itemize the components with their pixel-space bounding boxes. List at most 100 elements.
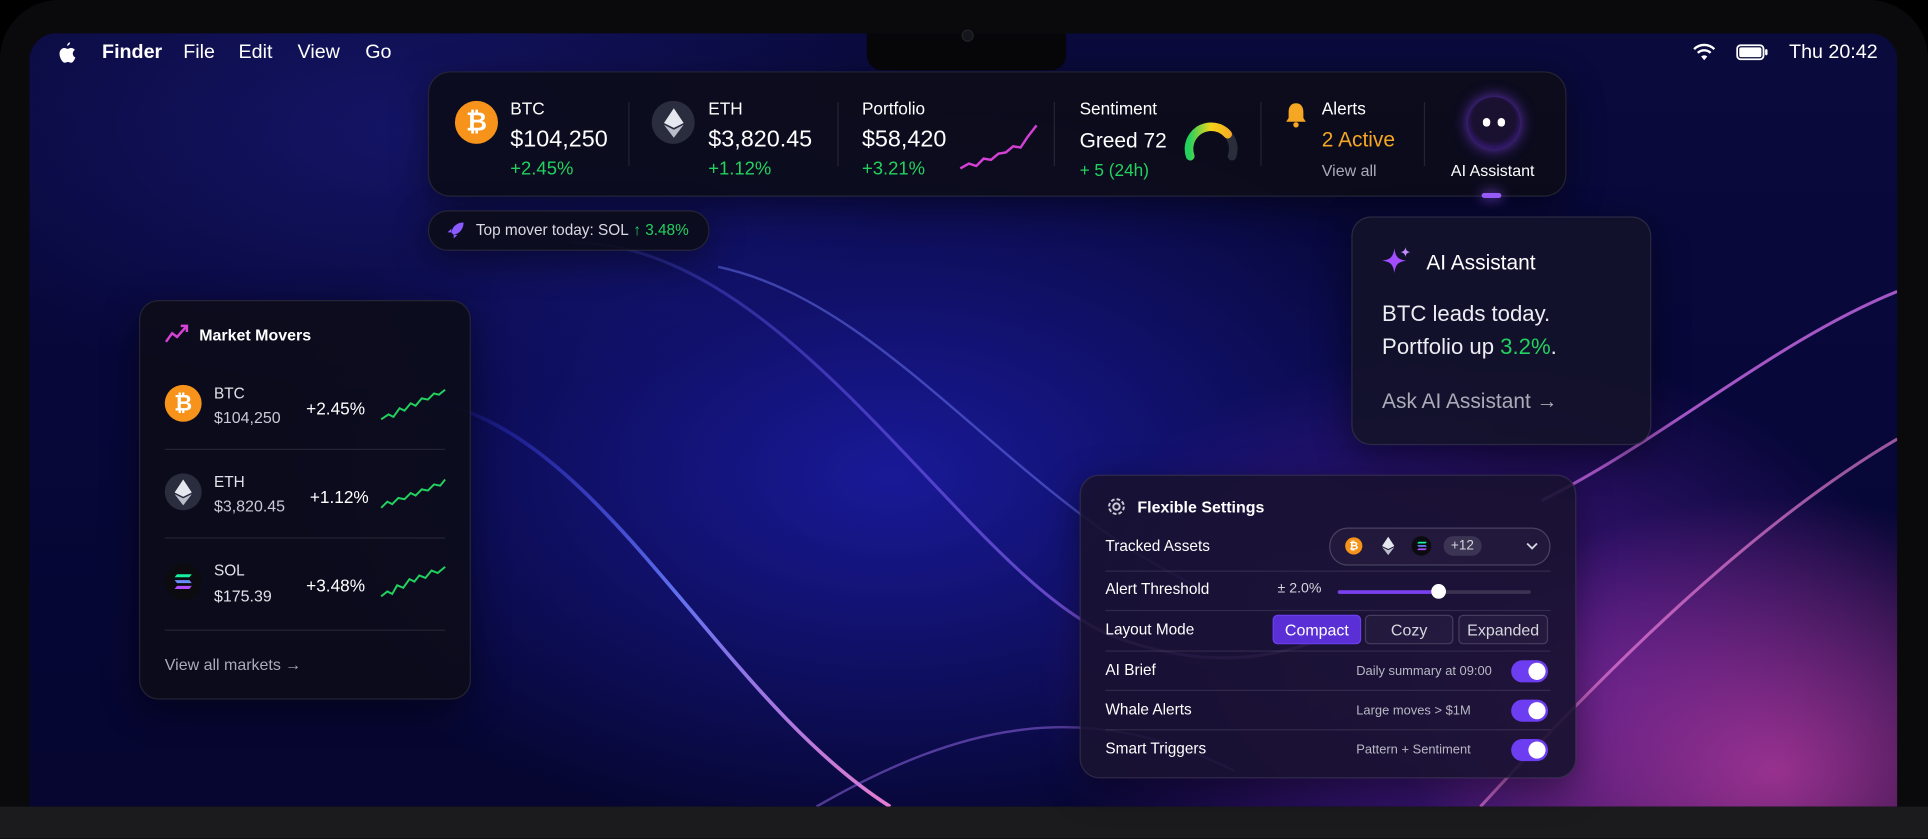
alerts-count: 2 Active	[1321, 127, 1396, 152]
divider	[1423, 102, 1426, 166]
battery-icon[interactable]	[1736, 44, 1768, 61]
assistant-message-line2: Portfolio up 3.2%.	[1382, 334, 1557, 360]
ai-brief-desc: Daily summary at 09:00	[1356, 663, 1492, 679]
menu-clock[interactable]: Thu 20:42	[1789, 42, 1878, 64]
bell-icon	[1286, 103, 1306, 128]
whale-alerts-desc: Large moves > $1M	[1356, 703, 1471, 719]
ticker-btc-name: BTC	[510, 98, 545, 119]
market-row-symbol: SOL	[213, 561, 245, 580]
btc-sparkline	[380, 389, 446, 421]
divider	[837, 102, 839, 166]
market-movers-title: Market Movers	[199, 325, 312, 345]
ticker-portfolio-name: Portfolio	[861, 98, 926, 119]
menu-file[interactable]: File	[183, 42, 215, 64]
ticker-portfolio-change: +3.21%	[861, 158, 926, 180]
sol-sparkline	[380, 566, 446, 598]
market-row-change: +3.48%	[306, 575, 366, 596]
divider	[1053, 102, 1055, 166]
bitcoin-icon: ₿	[164, 384, 202, 422]
smart-triggers-desc: Pattern + Sentiment	[1356, 742, 1471, 758]
assistant-orb-icon[interactable]	[1468, 97, 1520, 149]
market-row[interactable]: SOL $175.39 +3.48%	[140, 547, 470, 626]
ticker-btc-price: $104,250	[510, 126, 608, 153]
ticker-portfolio-value: $58,420	[861, 126, 947, 153]
whale-alerts-label: Whale Alerts	[1105, 700, 1192, 719]
ai-brief-label: AI Brief	[1105, 661, 1156, 679]
apple-icon[interactable]	[57, 42, 77, 64]
assistant-label[interactable]: AI Assistant	[1451, 161, 1535, 179]
ethereum-icon	[651, 100, 695, 144]
layout-mode-label: Layout Mode	[1105, 620, 1195, 639]
gear-icon	[1108, 498, 1125, 515]
menu-bar: Finder File Edit View Go Thu 20:42	[0, 33, 1928, 72]
more-assets-badge: +12	[1443, 536, 1482, 556]
alert-threshold-value: ± 2.0%	[1277, 581, 1322, 597]
market-row-change: +2.45%	[306, 398, 366, 419]
sparkle-icon	[1382, 247, 1411, 273]
assistant-message-line1: BTC leads today.	[1382, 301, 1551, 326]
bitcoin-icon: ₿	[454, 100, 498, 144]
portfolio-sparkline	[959, 124, 1038, 170]
menu-edit[interactable]: Edit	[239, 42, 273, 64]
view-all-markets-link[interactable]: View all markets →	[165, 655, 302, 673]
layout-cozy-option[interactable]: Cozy	[1364, 614, 1454, 645]
solana-icon	[1411, 536, 1432, 556]
divider	[1105, 729, 1551, 731]
ticker-eth-price: $3,820.45	[708, 126, 813, 153]
smart-triggers-toggle[interactable]	[1511, 738, 1549, 762]
settings-title: Flexible Settings	[1137, 497, 1265, 517]
market-row[interactable]: ETH $3,820.45 +1.12%	[140, 459, 470, 538]
divider	[164, 537, 446, 539]
ticker-alerts-name: Alerts	[1321, 98, 1366, 119]
market-row-price: $3,820.45	[213, 496, 286, 516]
menu-app-name[interactable]: Finder	[102, 42, 162, 64]
ticker-bar: ₿ BTC $104,250 +2.45% ETH $3,820.45 +1.1…	[427, 71, 1567, 197]
divider	[1105, 650, 1551, 652]
ticker-sentiment-change: + 5 (24h)	[1079, 159, 1149, 180]
alert-threshold-label: Alert Threshold	[1105, 580, 1210, 598]
bitcoin-icon: ₿	[1345, 537, 1363, 555]
ticker-sentiment-name: Sentiment	[1079, 98, 1158, 119]
market-row-symbol: ETH	[213, 473, 245, 491]
divider	[1105, 609, 1551, 612]
divider	[164, 448, 446, 451]
market-row[interactable]: ₿ BTC $104,250 +2.45%	[140, 370, 470, 449]
layout-compact-option[interactable]: Compact	[1272, 614, 1362, 645]
laptop: Finder File Edit View Go Thu 20:42 ₿ BTC…	[0, 0, 1928, 839]
wifi-icon[interactable]	[1692, 43, 1717, 61]
menu-view[interactable]: View	[298, 42, 340, 64]
tracked-assets-label: Tracked Assets	[1105, 537, 1210, 555]
layout-expanded-option[interactable]: Expanded	[1458, 614, 1549, 645]
market-row-price: $175.39	[213, 586, 272, 605]
trend-icon	[164, 324, 189, 343]
layout-mode-segmented: Compact Cozy Expanded	[1272, 614, 1549, 645]
slider-thumb[interactable]	[1430, 584, 1446, 599]
assistant-message-value: 3.2%	[1500, 334, 1551, 360]
smart-triggers-label: Smart Triggers	[1105, 740, 1207, 758]
market-row-symbol: BTC	[213, 384, 245, 403]
top-mover-pill[interactable]: Top mover today: SOL ↑ 3.48%	[427, 210, 710, 251]
alert-threshold-slider[interactable]	[1337, 584, 1531, 599]
view-all-alerts-link[interactable]: View all	[1322, 161, 1377, 179]
slider-fill	[1337, 590, 1439, 594]
menu-go[interactable]: Go	[365, 42, 391, 64]
ask-assistant-link[interactable]: Ask AI Assistant →	[1382, 390, 1557, 415]
ai-brief-toggle[interactable]	[1511, 660, 1549, 683]
market-row-change: +1.12%	[309, 486, 369, 507]
divider	[628, 102, 630, 166]
top-mover-value: ↑ 3.48%	[633, 221, 689, 239]
sentiment-gauge	[1184, 122, 1238, 161]
divider	[164, 629, 446, 631]
tracked-assets-select[interactable]: ₿ +12	[1329, 527, 1551, 566]
divider	[1105, 689, 1551, 692]
ticker-eth-name: ETH	[708, 98, 743, 119]
laptop-hinge	[0, 806, 1928, 839]
market-row-price: $104,250	[213, 408, 281, 427]
settings-panel: Flexible Settings Tracked Assets ₿ +12 A…	[1079, 474, 1577, 779]
assistant-message-suffix: .	[1550, 334, 1557, 360]
eth-sparkline	[380, 478, 446, 509]
assistant-popup: AI Assistant BTC leads today. Portfolio …	[1351, 216, 1652, 446]
whale-alerts-toggle[interactable]	[1511, 699, 1549, 722]
ethereum-icon	[1382, 536, 1395, 556]
assistant-message-text: Portfolio up	[1382, 334, 1501, 360]
